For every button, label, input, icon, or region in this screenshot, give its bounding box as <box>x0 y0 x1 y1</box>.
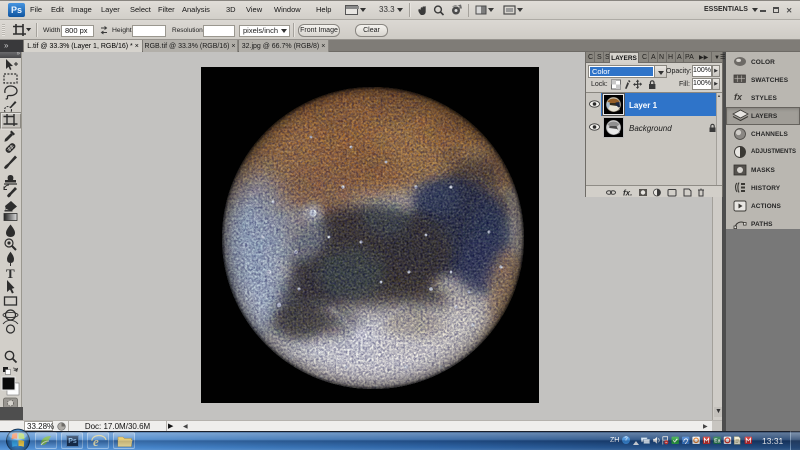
svg-text:Ea: Ea <box>714 439 720 445</box>
svg-text:e: e <box>93 434 99 449</box>
svg-text:T: T <box>6 266 15 281</box>
svg-text:fx.: fx. <box>623 189 632 198</box>
